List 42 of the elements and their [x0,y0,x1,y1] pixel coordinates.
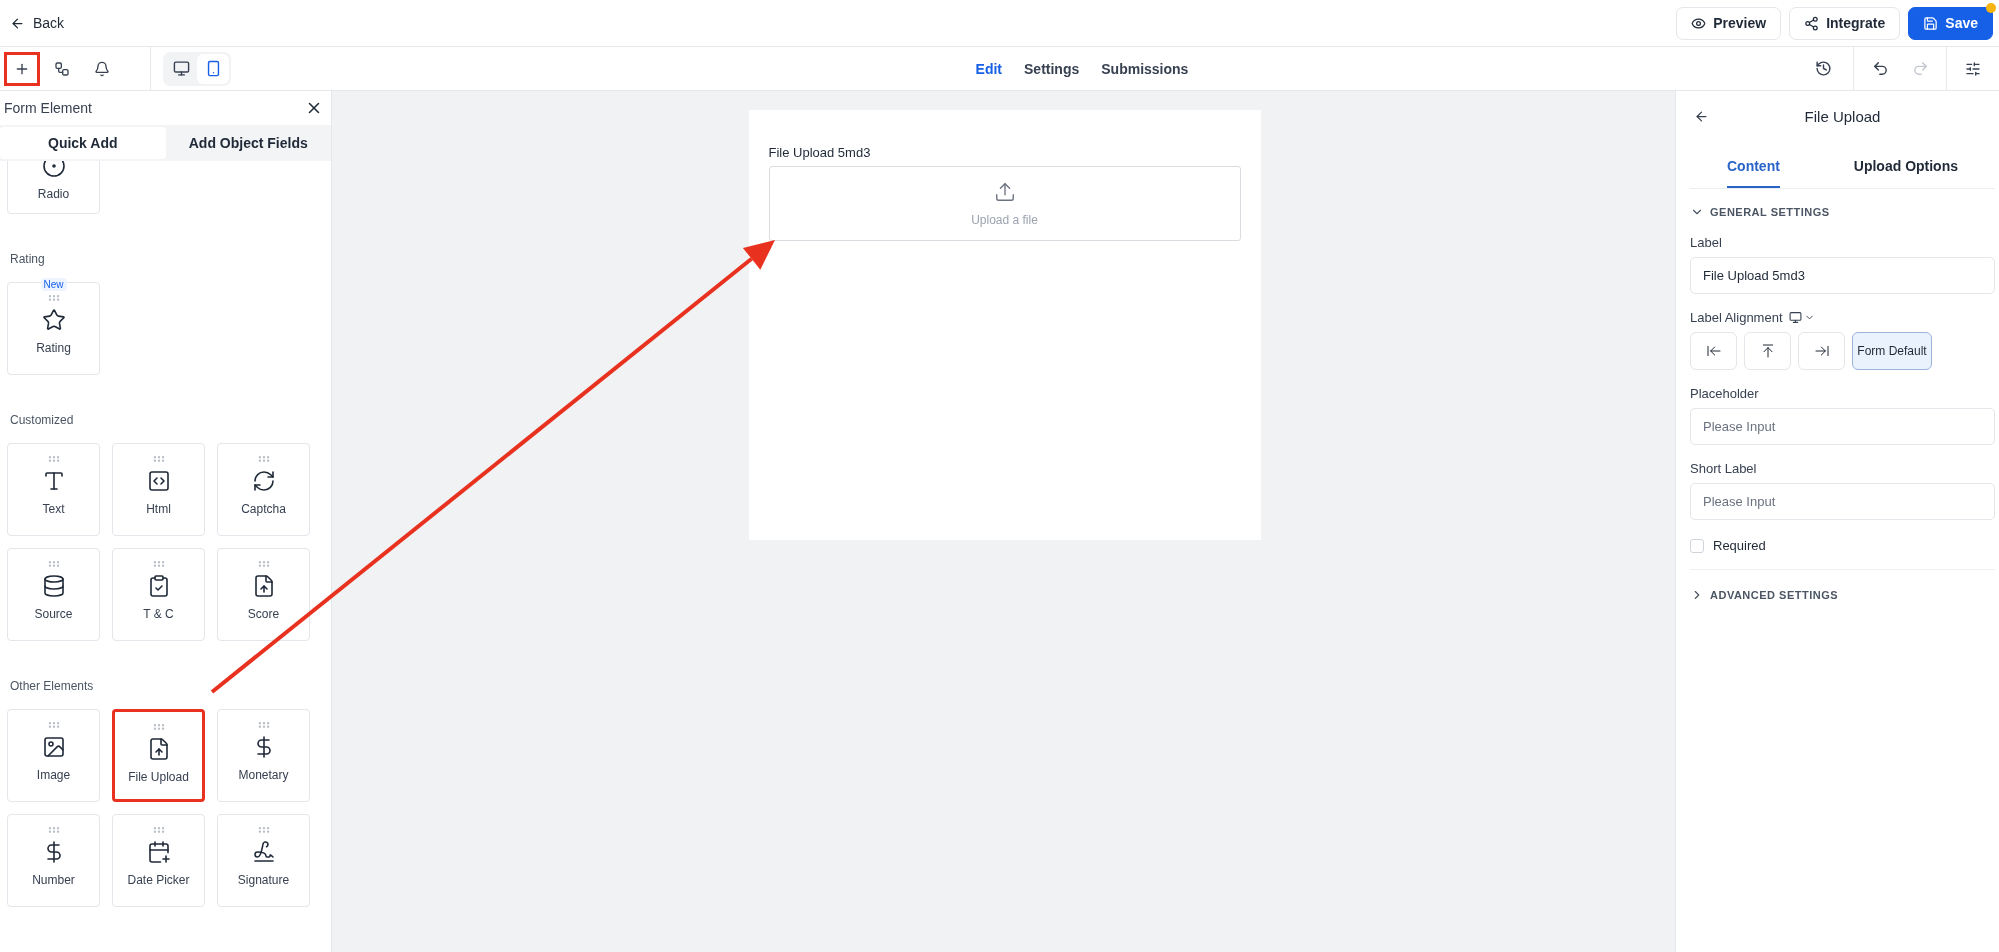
element-card[interactable]: Text [7,443,100,536]
element-card[interactable]: Captcha [217,443,310,536]
properties-tab[interactable]: Upload Options [1853,158,1958,188]
top-tab[interactable]: Settings [1024,56,1080,81]
section-title: Other Elements [10,679,95,693]
integrate-button[interactable]: Integrate [1789,6,1901,40]
panel-tab[interactable]: Quick Add [0,127,166,159]
element-card[interactable]: Date Picker [112,814,205,907]
field-caption: Short Label [1690,461,1758,476]
field-caption: Label Alignment [1690,310,1783,325]
element-card[interactable]: Number [7,814,100,907]
panel-title: File Upload [1804,107,1881,125]
properties-tab[interactable]: Content [1726,158,1780,188]
element-card[interactable]: Score [217,548,310,641]
preview-button[interactable]: Preview [1676,6,1782,40]
top-tab[interactable]: Edit [975,56,1003,81]
top-tab[interactable]: Submissions [1101,56,1189,81]
placeholder-field[interactable]: Please Input [1690,408,1995,445]
element-card[interactable]: Radio [7,161,100,214]
section-toggle[interactable]: GENERAL SETTINGS [1690,205,1995,219]
field-label: File Upload 5md3 [768,145,872,160]
element-card[interactable]: Html [112,443,205,536]
short-label-field[interactable]: Please Input [1690,483,1995,520]
new-badge: New [40,278,67,291]
section-toggle[interactable]: ADVANCED SETTINGS [1690,588,1995,602]
element-card[interactable]: Monetary [217,709,310,802]
field-caption: Label [1690,235,1723,250]
alignment-option[interactable]: Form Default [1852,332,1932,370]
element-card[interactable]: File Upload [112,709,205,802]
field-caption: Placeholder [1690,386,1760,401]
save-button[interactable]: Save [1908,6,1993,40]
section-title: Customized [10,413,75,427]
element-card[interactable]: Source [7,548,100,641]
element-card[interactable]: Signature [217,814,310,907]
panel-title: Form Element [4,100,92,116]
back-link[interactable]: Back [10,15,65,31]
panel-tab[interactable]: Add Object Fields [165,127,331,159]
element-card[interactable]: Image [7,709,100,802]
label-field[interactable]: File Upload 5md3 [1690,257,1995,294]
section-title: Rating [10,252,46,266]
checkbox-label: Required [1713,538,1766,553]
element-card[interactable]: T & C [112,548,205,641]
